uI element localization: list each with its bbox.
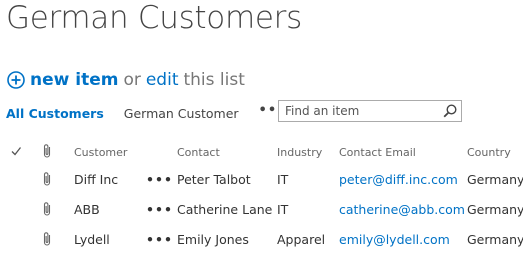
paperclip-icon	[42, 194, 56, 224]
customer-cell[interactable]: Lydell	[74, 224, 110, 254]
view-all-customers[interactable]: All Customers	[6, 106, 104, 121]
customer-cell[interactable]: ABB	[74, 194, 100, 224]
item-menu-button[interactable]: •••	[146, 164, 173, 194]
column-header-contact-email[interactable]: Contact Email	[339, 139, 416, 165]
quick-edit-bar: new item or edit this list	[7, 68, 245, 92]
paperclip-icon	[42, 138, 56, 164]
view-selector: All Customers German Customer •••	[6, 103, 286, 122]
paperclip-icon	[42, 224, 56, 254]
industry-cell: IT	[277, 201, 289, 217]
country-cell: Germany	[467, 231, 523, 247]
contact-cell: Emily Jones	[177, 231, 249, 247]
paperclip-icon	[42, 164, 56, 194]
table-header-row: Customer Contact Industry Contact Email …	[0, 138, 523, 164]
table-row[interactable]: Diff Inc ••• Peter Talbot IT peter@diff.…	[0, 164, 523, 194]
customer-cell[interactable]: Diff Inc	[74, 164, 118, 194]
contact-cell: Catherine Lane	[177, 201, 273, 217]
search-box	[278, 100, 462, 122]
list-table: Customer Contact Industry Contact Email …	[0, 138, 523, 254]
view-german-customer[interactable]: German Customer	[124, 106, 239, 121]
page: German Customers new item or edit this l…	[0, 0, 523, 263]
or-text: or	[123, 70, 141, 90]
industry-cell: Apparel	[277, 231, 326, 247]
page-title: German Customers	[6, 0, 302, 36]
edit-link[interactable]: edit	[146, 70, 179, 90]
column-header-country[interactable]: Country	[467, 139, 511, 165]
magnifier-icon[interactable]	[442, 103, 458, 119]
table-row[interactable]: Lydell ••• Emily Jones Apparel emily@lyd…	[0, 224, 523, 254]
checkmark-icon[interactable]	[10, 138, 26, 164]
table-row[interactable]: ABB ••• Catherine Lane IT catherine@abb.…	[0, 194, 523, 224]
this-list-text: this list	[183, 70, 245, 90]
plus-circle-icon[interactable]	[7, 71, 25, 89]
industry-cell: IT	[277, 171, 289, 187]
column-header-contact[interactable]: Contact	[177, 139, 220, 165]
contact-cell: Peter Talbot	[177, 171, 251, 187]
email-link[interactable]: emily@lydell.com	[339, 224, 450, 254]
country-cell: Germany	[467, 171, 523, 187]
column-header-industry[interactable]: Industry	[277, 139, 322, 165]
country-cell: Germany	[467, 201, 523, 217]
new-item-link[interactable]: new item	[30, 70, 118, 90]
item-menu-button[interactable]: •••	[146, 224, 173, 254]
search-input[interactable]	[279, 101, 439, 121]
column-header-customer[interactable]: Customer	[74, 139, 127, 165]
email-link[interactable]: catherine@abb.com	[339, 194, 465, 224]
email-link[interactable]: peter@diff.inc.com	[339, 164, 458, 194]
item-menu-button[interactable]: •••	[146, 194, 173, 224]
